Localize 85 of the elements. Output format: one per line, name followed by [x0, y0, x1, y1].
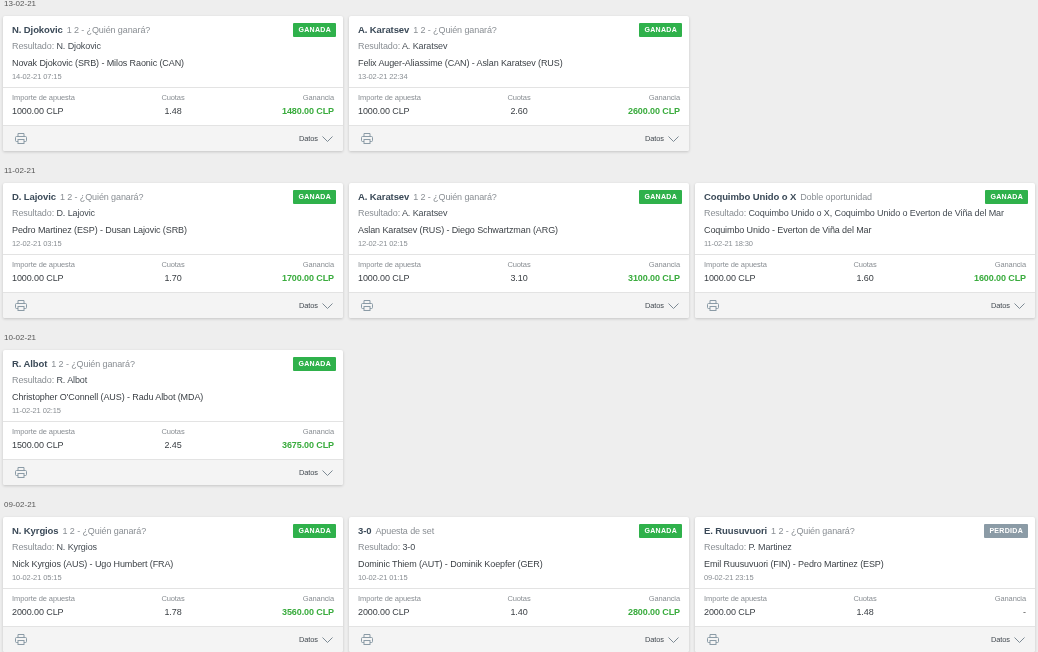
event-name: Pedro Martinez (ESP) - Dusan Lajovic (SRB): [12, 224, 187, 237]
odds-value: 1.78: [164, 606, 182, 619]
event-name: Coquimbo Unido - Everton de Viña del Mar: [704, 224, 872, 237]
print-icon[interactable]: [15, 300, 27, 311]
winnings-amount: 1480.00 CLP: [282, 105, 334, 118]
selection-name: A. Karatsev: [358, 23, 410, 37]
date-heading: 11-02-21: [3, 167, 36, 175]
selection-name: D. Lajovic: [12, 190, 56, 204]
odds-value: 1.48: [164, 105, 182, 118]
odds-value: 1.48: [856, 606, 874, 619]
chevron-down-icon: [668, 302, 679, 309]
event-name: Nick Kyrgios (AUS) - Ugo Humbert (FRA): [12, 558, 174, 571]
winnings-amount: -: [1023, 606, 1026, 619]
chevron-down-icon: [1014, 636, 1025, 643]
selection-name: Coquimbo Unido o X: [704, 190, 797, 204]
stake-amount: 2000.00 CLP: [358, 606, 410, 619]
event-name: Felix Auger-Aliassime (CAN) - Aslan Karatsev (RUS): [358, 57, 563, 70]
print-icon[interactable]: [15, 133, 27, 144]
print-icon[interactable]: [15, 634, 27, 645]
event-name: Emil Ruusuvuori (FIN) - Pedro Martinez (ESP): [704, 558, 884, 571]
odds-value: 2.45: [164, 439, 182, 452]
odds-value: 1.40: [510, 606, 528, 619]
selection-name: R. Albot: [12, 357, 48, 371]
selection-name: N. Djokovic: [12, 23, 63, 37]
event-name: Novak Djokovic (SRB) - Milos Raonic (CAN): [12, 57, 184, 70]
stake-amount: 1000.00 CLP: [704, 272, 756, 285]
result-text: Resultado: P. Martinez: [704, 541, 792, 554]
winnings-amount: 3675.00 CLP: [282, 439, 334, 452]
winnings-amount: 1600.00 CLP: [974, 272, 1026, 285]
market-name: 1 2 - ¿Quién ganará?: [413, 191, 497, 204]
result-text: Resultado: Coquimbo Unido o X, Coquimbo Unido o Everton de Viña del Mar: [704, 207, 1004, 220]
odds-value: 3.10: [510, 272, 528, 285]
market-name: 1 2 - ¿Quién ganará?: [413, 24, 497, 37]
chevron-down-icon: [1014, 302, 1025, 309]
print-icon[interactable]: [361, 634, 373, 645]
odds-value: 1.70: [164, 272, 182, 285]
result-text: Resultado: N. Djokovic: [12, 40, 101, 53]
print-icon[interactable]: [707, 300, 719, 311]
market-name: 1 2 - ¿Quién ganará?: [51, 358, 135, 371]
winnings-amount: 1700.00 CLP: [282, 272, 334, 285]
market-name: 1 2 - ¿Quién ganará?: [62, 525, 147, 538]
print-icon[interactable]: [707, 634, 719, 645]
stake-amount: 1000.00 CLP: [12, 105, 64, 118]
selection-name: 3-0: [358, 524, 372, 538]
date-heading: 13-02-21: [3, 0, 37, 8]
winnings-amount: 3560.00 CLP: [282, 606, 334, 619]
chevron-down-icon: [322, 135, 333, 142]
event-name: Aslan Karatsev (RUS) - Diego Schwartzman (ARG): [358, 224, 558, 237]
market-name: 1 2 - ¿Quién ganará?: [771, 525, 855, 538]
selection-name: E. Ruusuvuori: [704, 524, 768, 538]
stake-amount: 1000.00 CLP: [358, 272, 410, 285]
stake-amount: 2000.00 CLP: [12, 606, 64, 619]
market-name: Apuesta de set: [375, 525, 435, 538]
winnings-amount: 2600.00 CLP: [628, 105, 680, 118]
winnings-amount: 2800.00 CLP: [628, 606, 680, 619]
result-text: Resultado: N. Kyrgios: [12, 541, 97, 554]
date-heading: 09-02-21: [3, 501, 37, 509]
odds-value: 2.60: [510, 105, 528, 118]
chevron-down-icon: [322, 636, 333, 643]
event-name: Christopher O'Connell (AUS) - Radu Albot (MDA): [12, 391, 204, 404]
result-text: Resultado: A. Karatsev: [358, 40, 448, 53]
print-icon[interactable]: [361, 133, 373, 144]
winnings-amount: 3100.00 CLP: [628, 272, 680, 285]
market-name: 1 2 - ¿Quién ganará?: [59, 191, 144, 204]
chevron-down-icon: [668, 636, 679, 643]
chevron-down-icon: [322, 469, 333, 476]
market-name: Doble oportunidad: [800, 191, 872, 204]
date-heading: 10-02-21: [3, 334, 37, 342]
selection-name: N. Kyrgios: [12, 524, 59, 538]
market-name: 1 2 - ¿Quién ganará?: [66, 24, 151, 37]
event-name: Dominic Thiem (AUT) - Dominik Koepfer (GER): [358, 558, 543, 571]
print-icon[interactable]: [15, 467, 27, 478]
result-text: Resultado: A. Karatsev: [358, 207, 448, 220]
chevron-down-icon: [668, 135, 679, 142]
print-icon[interactable]: [361, 300, 373, 311]
stake-amount: 2000.00 CLP: [704, 606, 756, 619]
result-text: Resultado: 3-0: [358, 541, 416, 554]
odds-value: 1.60: [856, 272, 874, 285]
result-text: Resultado: D. Lajovic: [12, 207, 95, 220]
stake-amount: 1000.00 CLP: [358, 105, 410, 118]
selection-name: A. Karatsev: [358, 190, 410, 204]
chevron-down-icon: [322, 302, 333, 309]
stake-amount: 1000.00 CLP: [12, 272, 64, 285]
stake-amount: 1500.00 CLP: [12, 439, 64, 452]
result-text: Resultado: R. Albot: [12, 374, 88, 387]
